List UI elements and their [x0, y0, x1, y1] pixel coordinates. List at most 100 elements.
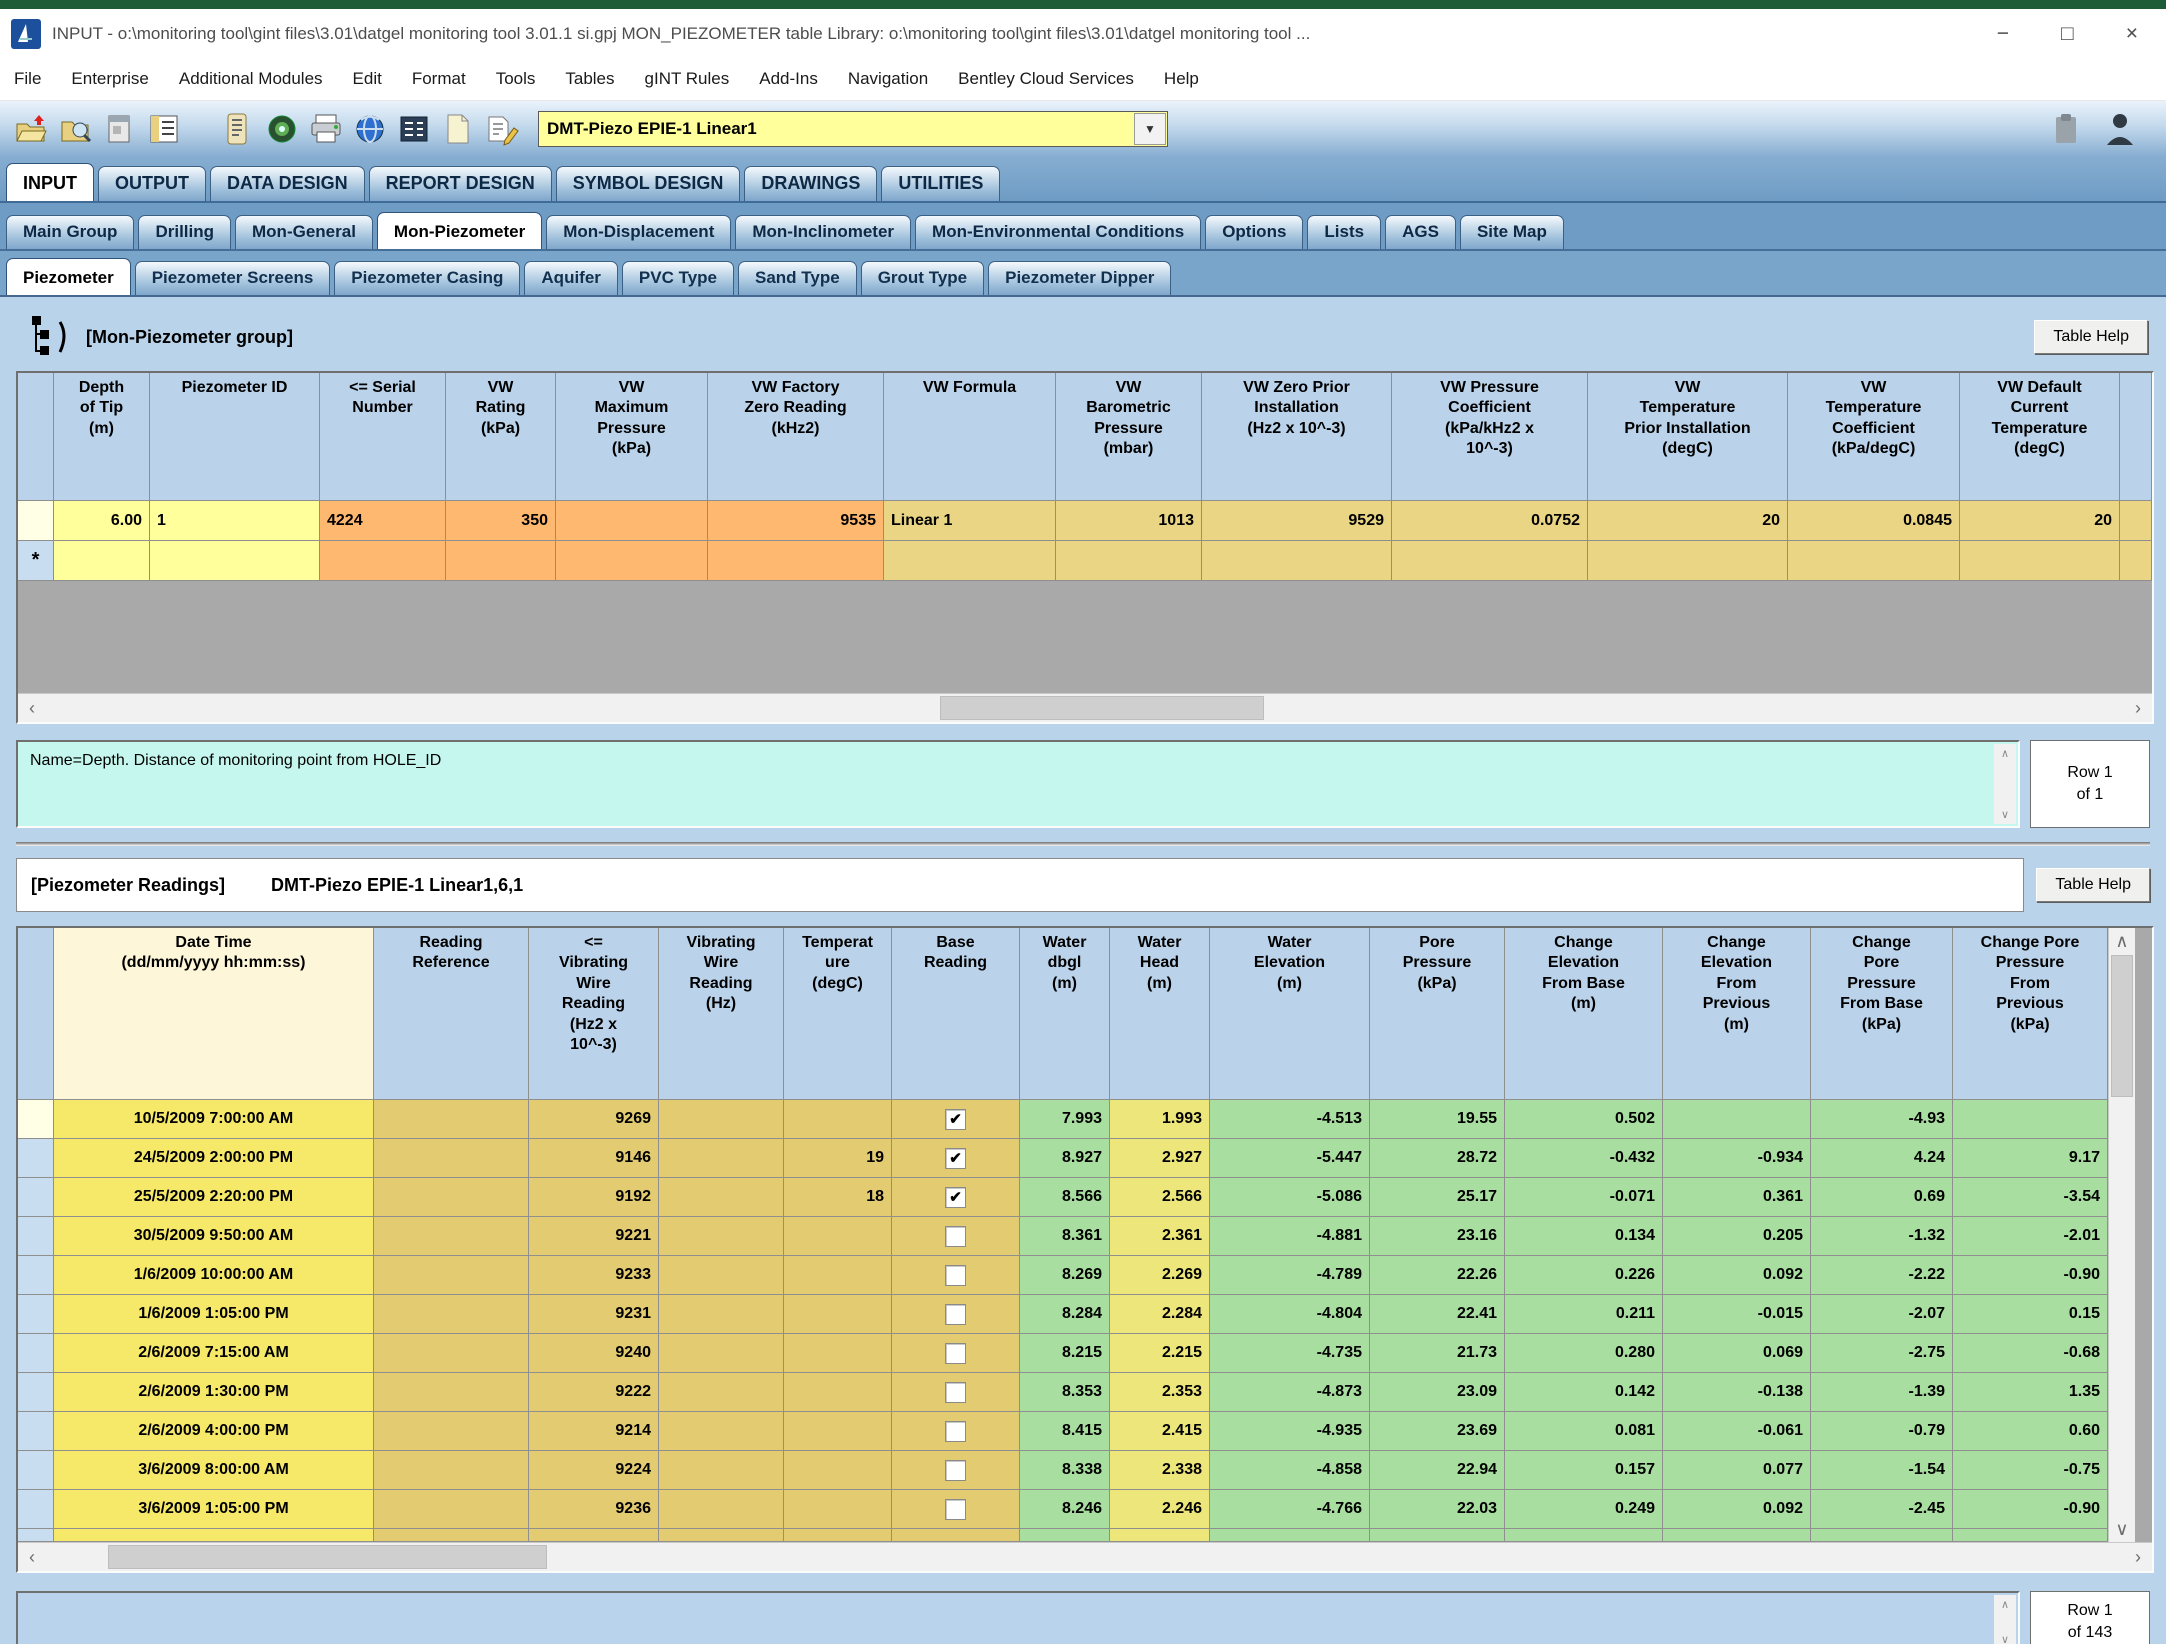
cell-date-time[interactable]: 25/5/2009 2:20:00 PM	[54, 1178, 374, 1217]
vscroll-track[interactable]	[2109, 1098, 2135, 1516]
tab-group-main-group[interactable]: Main Group	[6, 215, 134, 249]
row-marker[interactable]	[18, 1451, 54, 1490]
cell-vibrating[interactable]	[659, 1217, 784, 1256]
row-marker[interactable]	[18, 1100, 54, 1139]
cell-serial[interactable]	[320, 541, 446, 581]
preview-icon[interactable]	[262, 109, 302, 149]
cell-[interactable]: 9233	[529, 1256, 659, 1295]
tab-group-site-map[interactable]: Site Map	[1460, 215, 1564, 249]
cell-reading[interactable]	[374, 1334, 529, 1373]
cell-water[interactable]: 2.269	[1110, 1256, 1210, 1295]
cell-change-pore[interactable]: -0.90	[1953, 1490, 2108, 1529]
cell-vibrating[interactable]	[659, 1178, 784, 1217]
cell-water[interactable]: 2.215	[1110, 1334, 1210, 1373]
cell-change[interactable]: -1.32	[1811, 1217, 1953, 1256]
cell-water[interactable]: 8.215	[1020, 1334, 1110, 1373]
tab-symbol-design[interactable]: SYMBOL DESIGN	[556, 166, 741, 201]
cell-vibrating[interactable]	[659, 1256, 784, 1295]
cell-water[interactable]: 8.338	[1020, 1451, 1110, 1490]
cell-[interactable]: 9224	[529, 1451, 659, 1490]
cell-temperat[interactable]: 19	[784, 1139, 892, 1178]
menu-format[interactable]: Format	[412, 69, 466, 89]
cell-vw[interactable]: 20	[1588, 501, 1788, 541]
tab-group-drilling[interactable]: Drilling	[138, 215, 231, 249]
menu-navigation[interactable]: Navigation	[848, 69, 928, 89]
cell-depth[interactable]: 6.00	[54, 501, 150, 541]
globe-icon[interactable]	[350, 109, 390, 149]
cell-reading[interactable]	[374, 1373, 529, 1412]
cell-change[interactable]: 0.69	[1811, 1178, 1953, 1217]
menu-enterprise[interactable]: Enterprise	[71, 69, 148, 89]
cell-water[interactable]: 2.361	[1110, 1217, 1210, 1256]
scroll-left-icon[interactable]: ‹	[18, 1543, 46, 1571]
cell-base[interactable]	[892, 1334, 1020, 1373]
cell-[interactable]: 9146	[529, 1139, 659, 1178]
cell-pore[interactable]: 19.55	[1370, 1100, 1505, 1139]
readings-vscrollbar[interactable]: ∧∨	[2108, 928, 2135, 1542]
tab-group-mon-displacement[interactable]: Mon-Displacement	[546, 215, 731, 249]
file-search-icon[interactable]	[56, 109, 96, 149]
cell-date-time[interactable]: 2/6/2009 1:30:00 PM	[54, 1373, 374, 1412]
menu-edit[interactable]: Edit	[353, 69, 382, 89]
row-marker[interactable]	[18, 1178, 54, 1217]
hscroll-thumb[interactable]	[108, 1545, 546, 1569]
cell-change[interactable]: 0.077	[1663, 1451, 1811, 1490]
tree-icon[interactable]	[24, 311, 80, 363]
cell-base[interactable]	[892, 1412, 1020, 1451]
row-marker[interactable]	[18, 1334, 54, 1373]
column-header-pore-9[interactable]: Pore Pressure (kPa)	[1370, 928, 1505, 1100]
tab-table-pvc-type[interactable]: PVC Type	[622, 261, 734, 295]
cell-[interactable]: 9231	[529, 1295, 659, 1334]
cell-temperat[interactable]	[784, 1217, 892, 1256]
cell-vw-formula[interactable]: Linear 1	[884, 501, 1056, 541]
new-document-icon[interactable]	[438, 109, 478, 149]
cell-[interactable]: 9269	[529, 1100, 659, 1139]
cell-reading[interactable]	[374, 1217, 529, 1256]
tab-table-piezometer-screens[interactable]: Piezometer Screens	[135, 261, 331, 295]
cell-vw[interactable]: 350	[446, 501, 556, 541]
cell-water[interactable]: 8.246	[1020, 1490, 1110, 1529]
cell-pore[interactable]: 21.73	[1370, 1334, 1505, 1373]
edit-document-icon[interactable]	[482, 109, 522, 149]
cell-temperat[interactable]	[784, 1373, 892, 1412]
cell-water[interactable]: 2.927	[1110, 1139, 1210, 1178]
cell-change[interactable]: -0.015	[1663, 1295, 1811, 1334]
cell-pore[interactable]: 23.16	[1370, 1217, 1505, 1256]
cell-change[interactable]: -1.54	[1811, 1451, 1953, 1490]
cell-water[interactable]: -5.447	[1210, 1139, 1370, 1178]
cell-water[interactable]: 1.993	[1110, 1100, 1210, 1139]
cell-water[interactable]: 8.927	[1020, 1139, 1110, 1178]
scroll-up-icon[interactable]: ∧	[2109, 928, 2135, 954]
row-marker[interactable]	[18, 1490, 54, 1529]
table-help-button-top[interactable]: Table Help	[2034, 320, 2148, 354]
scroll-right-icon[interactable]: ›	[2124, 1543, 2152, 1571]
readings-hscrollbar[interactable]: ‹›	[18, 1542, 2152, 1571]
column-header-water-7[interactable]: Water Head (m)	[1110, 928, 1210, 1100]
cell-temperat[interactable]	[784, 1256, 892, 1295]
cell-change[interactable]: 0.142	[1505, 1373, 1663, 1412]
menu-file[interactable]: File	[14, 69, 41, 89]
cell-change[interactable]: -2.75	[1811, 1334, 1953, 1373]
cell-date-time[interactable]: 2/6/2009 7:15:00 AM	[54, 1334, 374, 1373]
cell-reading[interactable]	[374, 1490, 529, 1529]
group-grid-hscrollbar[interactable]: ‹›	[18, 693, 2152, 722]
cell-pore[interactable]: 23.09	[1370, 1373, 1505, 1412]
cell-vw-default[interactable]: 20	[1960, 501, 2120, 541]
cell-water[interactable]: -4.789	[1210, 1256, 1370, 1295]
cell-change[interactable]: 0.081	[1505, 1412, 1663, 1451]
tab-group-mon-environmental-conditions[interactable]: Mon-Environmental Conditions	[915, 215, 1201, 249]
cell-water[interactable]: 8.284	[1020, 1295, 1110, 1334]
tab-input[interactable]: INPUT	[6, 163, 94, 201]
cell-vw-pressure[interactable]: 0.0752	[1392, 501, 1588, 541]
tab-group-ags[interactable]: AGS	[1385, 215, 1456, 249]
scroll-down-icon[interactable]: ∨	[2109, 1516, 2135, 1542]
base-reading-checkbox[interactable]: ✔	[945, 1148, 966, 1169]
row-marker[interactable]	[18, 1373, 54, 1412]
menu-help[interactable]: Help	[1164, 69, 1199, 89]
cell-water[interactable]: 8.415	[1020, 1412, 1110, 1451]
cell-[interactable]: 9236	[529, 1490, 659, 1529]
cell-vw-factory[interactable]	[708, 541, 884, 581]
close-button[interactable]: ×	[2126, 22, 2138, 46]
bottom-scrollbar[interactable]: ∧∨	[1994, 1595, 2016, 1644]
window-icon[interactable]	[100, 109, 140, 149]
